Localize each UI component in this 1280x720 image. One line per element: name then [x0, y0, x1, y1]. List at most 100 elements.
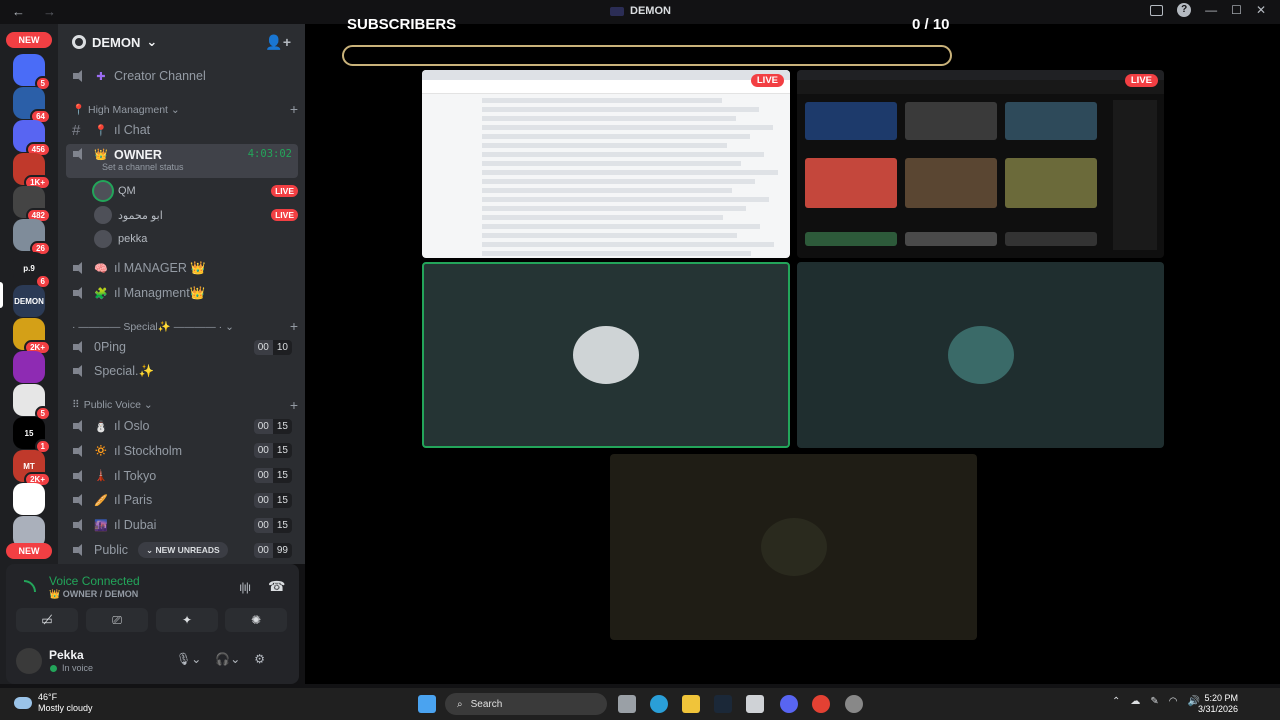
server-icon[interactable]: [13, 351, 45, 383]
taskbar-clock[interactable]: 5:20 PM 3/31/2026: [1198, 693, 1238, 715]
add-channel-icon[interactable]: +: [290, 397, 298, 413]
taskbar-search[interactable]: ⌕ Search: [445, 693, 607, 715]
help-icon[interactable]: ?: [1177, 3, 1192, 17]
cloud-icon: [14, 697, 32, 709]
server-icon[interactable]: p.9 6: [13, 252, 51, 289]
minimize-button[interactable]: —: [1205, 3, 1217, 17]
back-arrow-icon[interactable]: ←: [12, 4, 25, 19]
windows-start-icon[interactable]: [418, 695, 436, 713]
pen-icon[interactable]: ✎: [1150, 696, 1158, 707]
steam-icon[interactable]: [714, 695, 732, 713]
avatar: [94, 230, 112, 248]
browser-tab-strip: [422, 70, 790, 80]
wifi-icon[interactable]: ◠: [1169, 696, 1178, 707]
noise-suppression-icon[interactable]: ı|ı|ı: [239, 580, 251, 594]
channel-status-prompt[interactable]: Set a channel status: [102, 162, 184, 172]
headphones-icon[interactable]: 🎧⌄: [215, 652, 240, 666]
channel-label: ıl Oslo: [114, 419, 150, 433]
store-icon[interactable]: [746, 695, 764, 713]
participant-tile-speaking[interactable]: [422, 262, 790, 448]
server-icon[interactable]: 15 1: [13, 417, 51, 454]
channel-label: ıl Tokyo: [114, 468, 157, 483]
weather-temp: 46°F: [38, 692, 58, 702]
chrome-icon[interactable]: [812, 695, 830, 713]
invite-people-icon[interactable]: 👤+: [265, 34, 291, 51]
email-row: [482, 152, 764, 157]
voice-member[interactable]: QM LIVE: [94, 180, 298, 202]
soundboard-button[interactable]: ✺: [225, 608, 287, 632]
voice-channel-icon: [72, 519, 88, 532]
server-icon[interactable]: 64: [13, 87, 51, 124]
server-icon[interactable]: 1K+: [13, 153, 51, 190]
disconnect-icon[interactable]: ☎: [268, 578, 285, 595]
category-special[interactable]: · ———— Special✨ ———— · ⌄ +: [72, 317, 298, 335]
new-unreads-top-pill[interactable]: NEW: [6, 32, 52, 48]
add-channel-icon[interactable]: +: [290, 318, 298, 334]
voice-channel[interactable]: 🌆 ıl Dubai 00 15: [66, 513, 298, 537]
add-channel-icon[interactable]: +: [290, 101, 298, 117]
title-bar: ← → DEMON ? — ☐ ✕: [0, 0, 1280, 24]
server-icon[interactable]: 456: [13, 120, 51, 157]
member-name: pekka: [118, 233, 148, 245]
voice-channel[interactable]: 🥖 ıl Paris 00 15: [66, 488, 298, 512]
server-icon[interactable]: 2K+: [13, 318, 51, 355]
camera-button[interactable]: ▭̸: [16, 608, 78, 632]
activities-button[interactable]: ✦: [156, 608, 218, 632]
channel-managment[interactable]: 🧩 ıl Managment👑: [66, 281, 298, 305]
channel-label: OWNER: [114, 148, 162, 162]
avatar: [573, 326, 639, 384]
voice-channel[interactable]: ⛄ ıl Oslo 00 15: [66, 414, 298, 438]
weather-widget[interactable]: 46°F Mostly cloudy: [14, 692, 93, 714]
channel-0ping[interactable]: 0Ping 00 10: [66, 335, 298, 359]
voice-channel[interactable]: 🔅 ıl Stockholm 00 15: [66, 439, 298, 463]
server-icon[interactable]: DEMON: [13, 285, 45, 317]
discord-icon[interactable]: [780, 695, 798, 713]
channel-manager[interactable]: 🧠 ıl MANAGER 👑: [66, 256, 298, 280]
connection-signal-icon[interactable]: [24, 580, 36, 592]
file-explorer-icon[interactable]: [682, 695, 700, 713]
gear-icon[interactable]: ⚙: [254, 652, 265, 666]
channel-special[interactable]: Special.✨: [66, 359, 298, 383]
server-icon[interactable]: 5: [13, 384, 51, 421]
voice-channel[interactable]: 🗼 ıl Tokyo 00 15: [66, 464, 298, 488]
task-view-icon[interactable]: [618, 695, 636, 713]
maximize-button[interactable]: ☐: [1231, 3, 1242, 17]
category-public-voice[interactable]: ⠿ Public Voice ⌄ +: [72, 396, 298, 414]
channel-creator[interactable]: ✚ Creator Channel: [66, 64, 298, 88]
voice-member[interactable]: pekka: [94, 228, 298, 250]
clock-time: 5:20 PM: [1204, 693, 1238, 703]
category-high-managment[interactable]: 📍 High Managment ⌄ +: [72, 100, 298, 118]
chevron-up-icon[interactable]: ⌃: [1112, 696, 1120, 707]
inbox-icon[interactable]: [1150, 4, 1164, 16]
edge-icon[interactable]: [650, 695, 668, 713]
server-icon[interactable]: [13, 483, 45, 515]
onedrive-icon[interactable]: ☁: [1130, 696, 1140, 707]
stream-tile-youtube[interactable]: LIVE: [797, 70, 1164, 258]
server-header[interactable]: DEMON ⌄ 👤+: [58, 24, 305, 60]
screen-share-button[interactable]: ⎚: [86, 608, 148, 632]
stream-tile-gmail[interactable]: LIVE: [422, 70, 790, 258]
server-icon[interactable]: 5: [13, 54, 51, 91]
channel-owner[interactable]: 👑 OWNER 4:03:02 Set a channel status: [66, 144, 298, 178]
app-icon[interactable]: [845, 695, 863, 713]
server-icon[interactable]: 482: [13, 186, 51, 223]
user-count: 00: [253, 492, 273, 508]
new-unreads-bottom-pill[interactable]: NEW: [6, 543, 52, 559]
voice-member[interactable]: ابو محمود LIVE: [94, 204, 298, 226]
user-limit-badge: 00 15: [253, 468, 292, 484]
channel-chat[interactable]: # 📍 ıl Chat: [66, 118, 298, 142]
server-boost-icon: [72, 35, 86, 49]
user-limit-badge: 00 15: [253, 492, 292, 508]
server-icon[interactable]: MT 2K+: [13, 450, 51, 487]
participant-tile[interactable]: [797, 262, 1164, 448]
participant-tile[interactable]: [610, 454, 977, 640]
new-unreads-pill[interactable]: ⌄ NEW UNREADS: [138, 542, 228, 558]
server-icon[interactable]: 26: [13, 219, 51, 256]
activities-icon: ✦: [181, 613, 193, 627]
microphone-icon[interactable]: 🎙⌄: [176, 652, 201, 666]
close-button[interactable]: ✕: [1256, 3, 1266, 17]
username: Pekka: [49, 648, 84, 662]
forward-arrow-icon[interactable]: →: [43, 4, 56, 19]
avatar[interactable]: [16, 648, 42, 674]
voice-channel-path[interactable]: 👑 OWNER / DEMON: [49, 589, 138, 600]
